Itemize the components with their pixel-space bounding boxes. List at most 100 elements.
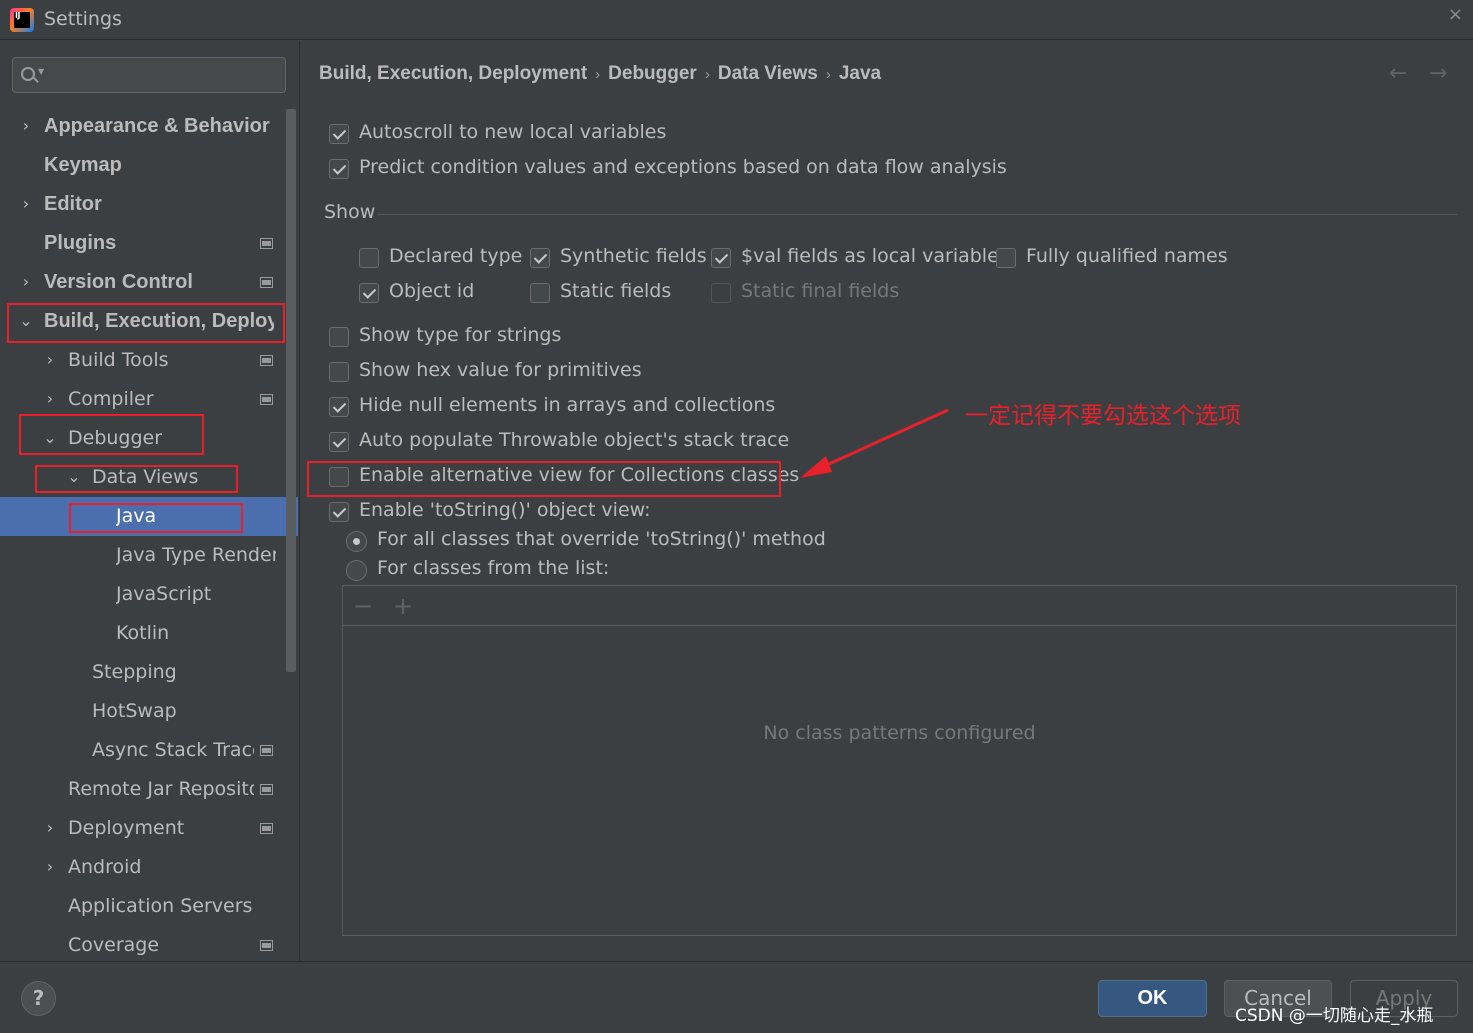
checkbox-box[interactable]: [329, 159, 349, 179]
checkbox-label: Fully qualified names: [1026, 245, 1228, 267]
project-level-icon: [260, 823, 273, 834]
checkbox-box[interactable]: [329, 432, 349, 452]
annotation-note: 一定记得不要勾选这个选项: [965, 403, 1241, 429]
tree-item-java-type-renderers[interactable]: Java Type Rendere: [0, 536, 286, 575]
chevron-right-icon[interactable]: ›: [43, 389, 57, 408]
checkbox-label: Enable alternative view for Collections …: [359, 464, 800, 486]
chevron-right-icon[interactable]: ›: [19, 116, 33, 135]
checkbox-box[interactable]: [329, 397, 349, 417]
breadcrumb-separator-icon: ›: [825, 66, 831, 83]
tree-item-async-stack-traces[interactable]: Async Stack Traces: [0, 731, 286, 770]
checkbox-box[interactable]: [329, 362, 349, 382]
project-level-icon: [260, 784, 273, 795]
chevron-down-icon[interactable]: ⌄: [43, 428, 57, 447]
remove-icon[interactable]: −: [353, 592, 373, 620]
settings-search-input[interactable]: ▼: [12, 57, 286, 93]
chevron-right-icon[interactable]: ›: [43, 818, 57, 837]
checkbox-label: Enable 'toString()' object view:: [359, 499, 651, 521]
tree-item-label: Java: [116, 505, 157, 527]
chevron-right-icon[interactable]: ›: [19, 272, 33, 291]
tree-item-label: Build, Execution, Deploym: [44, 310, 274, 332]
breadcrumb-item[interactable]: Debugger: [608, 63, 697, 84]
tree-item-hotswap[interactable]: HotSwap: [0, 692, 286, 731]
tree-item-plugins[interactable]: Plugins: [0, 224, 286, 263]
project-level-icon: [260, 277, 273, 288]
empty-list-message: No class patterns configured: [763, 722, 1036, 744]
radio-label: For all classes that override 'toString(…: [377, 528, 826, 550]
project-level-icon: [260, 355, 273, 366]
chevron-right-icon[interactable]: ›: [43, 857, 57, 876]
tree-item-label: Async Stack Traces: [92, 739, 254, 761]
chevron-down-icon[interactable]: ⌄: [67, 467, 81, 486]
list-toolbar: − +: [343, 586, 1456, 626]
tree-item-label: Build Tools: [68, 349, 169, 371]
tree-item-compiler[interactable]: › Compiler: [0, 380, 286, 419]
tree-item-label: Java Type Rendere: [116, 544, 276, 566]
search-options-chevron-icon[interactable]: ▼: [38, 67, 44, 76]
radio-button[interactable]: [346, 531, 367, 552]
tree-item-appearance-behavior[interactable]: › Appearance & Behavior: [0, 107, 286, 146]
checkbox-label: Autoscroll to new local variables: [359, 121, 667, 143]
tree-item-label: Application Servers: [68, 895, 253, 917]
tree-item-build-tools[interactable]: › Build Tools: [0, 341, 286, 380]
intellij-app-icon: IJ: [10, 8, 34, 32]
ok-button[interactable]: OK: [1098, 980, 1207, 1017]
checkbox-box[interactable]: [329, 467, 349, 487]
tree-item-editor[interactable]: › Editor: [0, 185, 286, 224]
project-level-icon: [260, 940, 273, 951]
checkbox-label: Static final fields: [741, 280, 900, 302]
app-icon-text: IJ: [15, 11, 20, 20]
tree-item-label: Stepping: [92, 661, 177, 683]
tree-item-deployment[interactable]: › Deployment: [0, 809, 286, 848]
forward-arrow-icon[interactable]: →: [1429, 61, 1447, 86]
chevron-down-icon[interactable]: ⌄: [19, 311, 33, 330]
tree-item-javascript[interactable]: JavaScript: [0, 575, 286, 614]
chevron-right-icon[interactable]: ›: [43, 350, 57, 369]
tree-item-coverage[interactable]: Coverage: [0, 926, 286, 965]
chevron-right-icon[interactable]: ›: [19, 194, 33, 213]
tree-item-label: Appearance & Behavior: [44, 115, 270, 137]
tree-item-kotlin[interactable]: Kotlin: [0, 614, 286, 653]
checkbox-label: Predict condition values and exceptions …: [359, 156, 1007, 178]
tree-item-label: Version Control: [44, 271, 193, 293]
tree-item-remote-jar-repositories[interactable]: Remote Jar Repositori: [0, 770, 286, 809]
tree-item-android[interactable]: › Android: [0, 848, 286, 887]
tree-item-build-execution-deployment[interactable]: ⌄ Build, Execution, Deploym: [0, 302, 286, 341]
tree-item-label: Deployment: [68, 817, 185, 839]
checkbox-box[interactable]: [329, 327, 349, 347]
checkbox-box[interactable]: [329, 502, 349, 522]
back-arrow-icon[interactable]: ←: [1389, 61, 1407, 86]
tree-item-label: JavaScript: [116, 583, 212, 605]
checkbox-box[interactable]: [996, 248, 1016, 268]
checkbox-box[interactable]: [359, 283, 379, 303]
breadcrumb-item[interactable]: Build, Execution, Deployment: [319, 63, 587, 84]
sidebar-scrollbar[interactable]: [286, 109, 296, 672]
breadcrumb-item[interactable]: Data Views: [718, 63, 818, 84]
tree-item-data-views[interactable]: ⌄ Data Views: [0, 458, 286, 497]
close-icon[interactable]: ×: [1448, 4, 1463, 25]
radio-button[interactable]: [346, 560, 367, 581]
checkbox-label: Show hex value for primitives: [359, 359, 642, 381]
show-section-title: Show: [324, 201, 376, 223]
checkbox-box[interactable]: [711, 248, 731, 268]
tree-item-stepping[interactable]: Stepping: [0, 653, 286, 692]
tree-item-debugger[interactable]: ⌄ Debugger: [0, 419, 286, 458]
annotation-arrow-icon: [800, 408, 949, 478]
tree-item-label: Keymap: [44, 154, 122, 176]
tree-item-application-servers[interactable]: Application Servers: [0, 887, 286, 926]
checkbox-label: Auto populate Throwable object's stack t…: [359, 429, 790, 451]
checkbox-box[interactable]: [530, 248, 550, 268]
checkbox-box: [711, 283, 731, 303]
tree-item-java[interactable]: Java: [0, 497, 298, 536]
tree-item-keymap[interactable]: Keymap: [0, 146, 286, 185]
checkbox-box[interactable]: [530, 283, 550, 303]
tree-item-label: Remote Jar Repositori: [68, 778, 254, 800]
checkbox-box[interactable]: [359, 248, 379, 268]
search-icon: [21, 67, 35, 81]
tree-item-version-control[interactable]: › Version Control: [0, 263, 286, 302]
breadcrumb: Build, Execution, Deployment › Debugger › Da…: [319, 63, 881, 85]
checkbox-box[interactable]: [329, 124, 349, 144]
add-icon[interactable]: +: [393, 592, 413, 620]
help-icon[interactable]: ?: [21, 981, 56, 1016]
tree-item-label: Android: [68, 856, 142, 878]
